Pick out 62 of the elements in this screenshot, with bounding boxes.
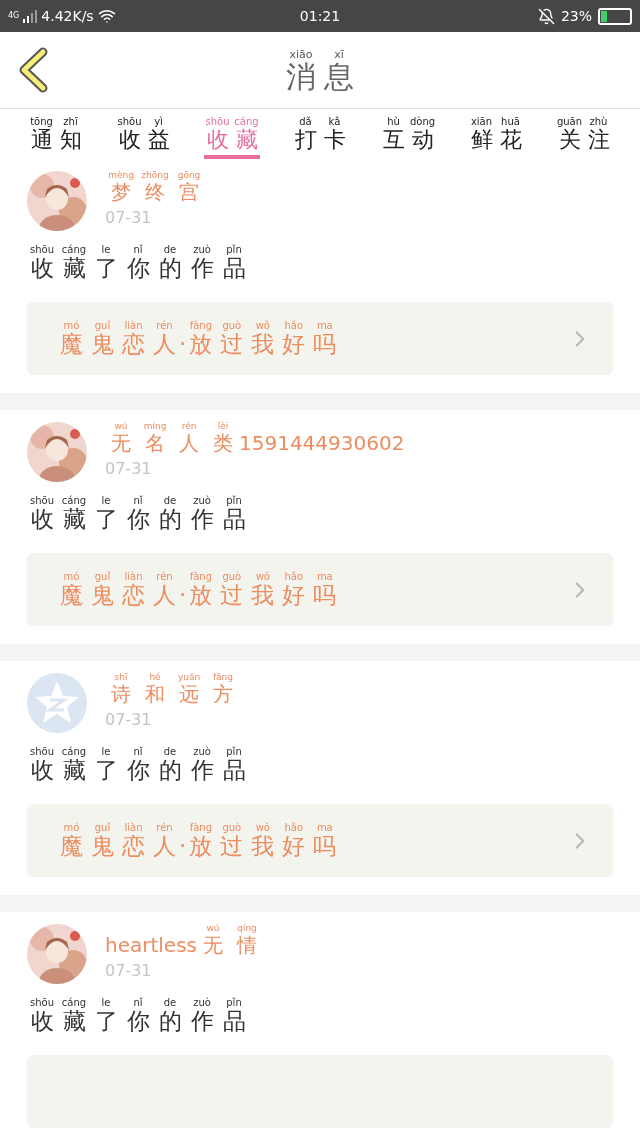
message-text: 收藏了你的作品 (29, 508, 247, 531)
tab-label[interactable]: 通知 (28, 129, 84, 151)
pinyin-line: guān zhù (556, 117, 608, 127)
pinyin-line: tōng zhī (29, 117, 79, 127)
pinyin-line: shōu cáng le nǐ de zuò pǐn (29, 747, 243, 757)
pinyin-line: mó guǐ liàn rén (62, 572, 174, 582)
work-title: 放过我好吗 (188, 584, 338, 607)
pinyin-line: hù dòng (386, 117, 436, 127)
pinyin-line: mó guǐ liàn rén (62, 321, 174, 331)
message-date: 07-31 (105, 712, 153, 728)
pinyin-line: wú míng rén lèi (113, 422, 230, 431)
work-title: 魔鬼恋人 (59, 333, 177, 356)
pinyin-line: shōu yì (116, 117, 164, 127)
work-title: 放过我好吗 (188, 333, 338, 356)
wifi-icon (97, 7, 116, 25)
tab[interactable]: xiān huā 鲜花 (468, 117, 524, 159)
pinyin-line: fàng guò wǒ hǎo ma (188, 572, 334, 582)
tab-label[interactable]: 打卡 (292, 129, 348, 151)
pinyin-line: mó guǐ liàn rén (62, 823, 174, 833)
pinyin-line: xiān huā (469, 117, 521, 127)
network-type: 4G (8, 12, 20, 20)
tab[interactable]: hù dòng 互动 (380, 117, 436, 159)
work-title: · (179, 835, 187, 858)
tab-label[interactable]: 收益 (116, 129, 172, 151)
message-text: 收藏了你的作品 (29, 759, 247, 782)
tab[interactable]: tōng zhī 通知 (28, 117, 84, 159)
work-title: 放过我好吗 (188, 835, 338, 858)
pinyin-line: shōu cáng le nǐ de zuò pǐn (29, 496, 243, 506)
pinyin-line: shī hé yuǎn fāng (113, 673, 235, 682)
message-date: 07-31 (105, 210, 153, 226)
pinyin-line: xiāo xī (288, 48, 345, 60)
work-title: · (179, 584, 187, 607)
pinyin-line: wú qíng (205, 924, 258, 933)
tab[interactable]: guān zhù 关注 (556, 117, 612, 159)
signal-icon (23, 9, 38, 23)
work-title: 魔鬼恋人 (59, 835, 177, 858)
bell-off-icon (537, 7, 555, 25)
work-title: 魔鬼恋人 (59, 584, 177, 607)
default-avatar-icon (27, 673, 87, 733)
back-icon[interactable] (17, 47, 49, 93)
battery-percent: 23% (560, 6, 592, 26)
work-title: · (179, 333, 187, 356)
pinyin-line: dǎ kǎ (298, 117, 342, 127)
tab-label[interactable]: 关注 (556, 129, 612, 151)
pinyin-line: shōu cáng (204, 117, 260, 127)
tab-label[interactable]: 鲜花 (468, 129, 524, 151)
pinyin-line: fàng guò wǒ hǎo ma (188, 823, 334, 833)
pinyin-line: shōu cáng le nǐ de zuò pǐn (29, 998, 243, 1008)
message-text: 收藏了你的作品 (29, 1010, 247, 1033)
message-date: 07-31 (105, 461, 153, 477)
pinyin-line: shōu cáng le nǐ de zuò pǐn (29, 245, 243, 255)
tab[interactable]: shōu yì 收益 (116, 117, 172, 159)
battery-icon (598, 7, 632, 25)
tab-label[interactable]: 互动 (380, 129, 436, 151)
pinyin-line: mèng zhōng gōng (107, 171, 202, 180)
message-text: 收藏了你的作品 (29, 257, 247, 280)
tab[interactable]: dǎ kǎ 打卡 (292, 117, 348, 159)
message-date: 07-31 (105, 963, 153, 979)
network-speed: 4.42K/s (41, 9, 94, 23)
pinyin-line: fàng guò wǒ hǎo ma (188, 321, 334, 331)
page-title: 消息 (285, 61, 355, 92)
clock: 01:21 (298, 6, 342, 26)
